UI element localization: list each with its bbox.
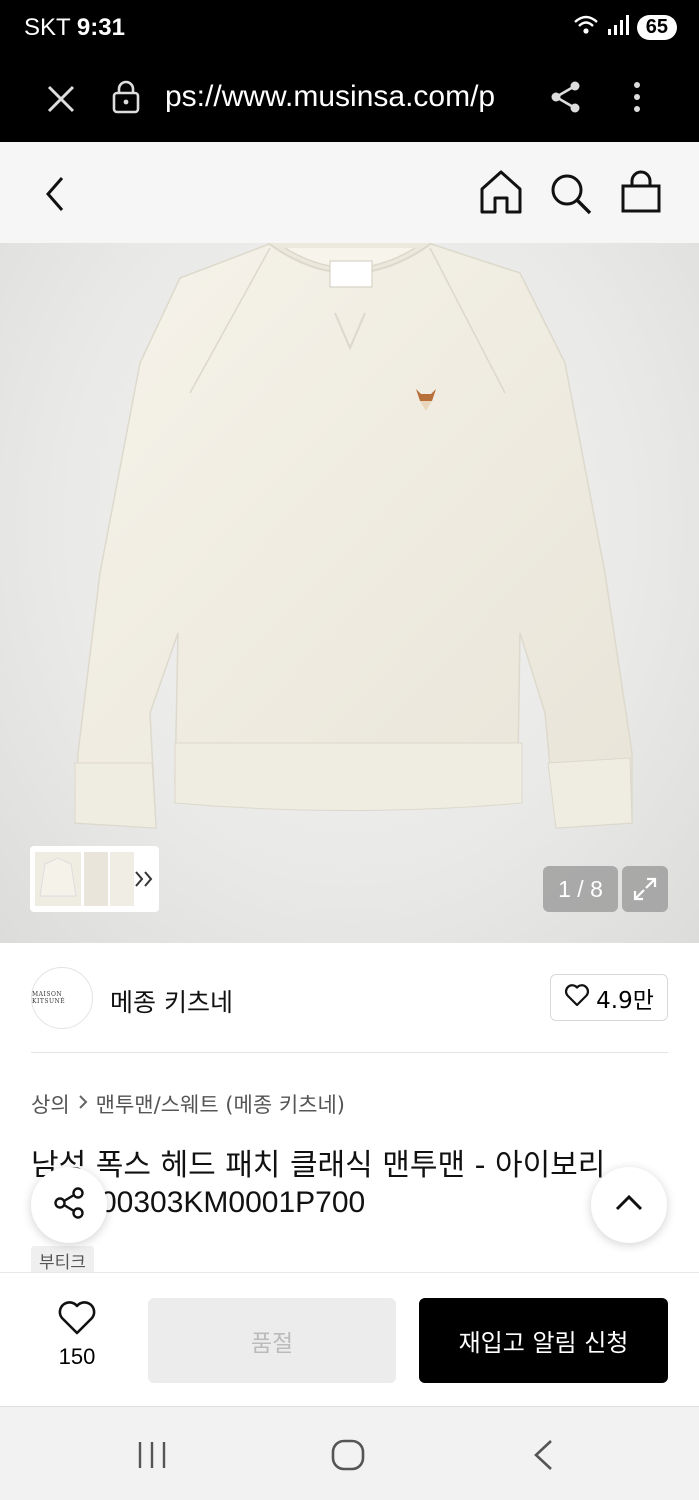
restock-alert-button[interactable]: 재입고 알림 신청 — [419, 1298, 668, 1383]
more-menu-icon[interactable] — [628, 80, 646, 118]
app-header — [0, 142, 699, 243]
search-icon[interactable] — [549, 172, 593, 220]
wifi-icon — [573, 14, 599, 40]
breadcrumb: 상의 맨투맨/스웨트 (메종 키츠네) — [31, 1089, 345, 1119]
wishlist-button[interactable]: 150 — [40, 1300, 114, 1370]
heart-icon — [57, 1300, 97, 1340]
product-title: 남성 폭스 헤드 패치 클래식 맨투맨 - 아이보리 — [31, 1148, 606, 1183]
signal-icon — [607, 14, 629, 40]
status-bar: SKT 9:31 65 — [0, 0, 699, 62]
scroll-top-button[interactable] — [591, 1167, 667, 1243]
close-tab-icon[interactable] — [44, 82, 78, 120]
back-nav-icon[interactable] — [531, 1439, 555, 1475]
share-icon — [51, 1185, 87, 1225]
share-button[interactable] — [31, 1167, 107, 1243]
back-icon[interactable] — [40, 174, 70, 218]
home-nav-icon[interactable] — [331, 1439, 365, 1475]
product-image-carousel[interactable]: 1 / 8 — [0, 243, 699, 943]
image-counter: 1 / 8 — [543, 866, 618, 912]
expand-icon[interactable] — [622, 866, 668, 912]
battery-indicator: 65 — [636, 14, 677, 40]
home-icon[interactable] — [479, 169, 523, 219]
lock-icon[interactable] — [110, 79, 142, 119]
brand-logo-text: MAISON KITSUNÉ — [32, 991, 66, 1005]
product-code: 00303KM0001P700 — [100, 1186, 366, 1219]
boutique-tag: 부티크 — [31, 1246, 94, 1274]
divider — [31, 1052, 668, 1053]
carrier: SKT — [24, 14, 71, 41]
breadcrumb-category[interactable]: 상의 — [31, 1089, 70, 1119]
recents-icon[interactable] — [136, 1440, 168, 1474]
heart-icon — [564, 983, 590, 1013]
clock: 9:31 — [76, 14, 125, 41]
soldout-button: 품절 — [148, 1298, 396, 1383]
product-photo — [74, 243, 633, 829]
breadcrumb-subcategory[interactable]: 맨투맨/스웨트 (메종 키츠네) — [96, 1089, 345, 1119]
cart-icon[interactable] — [620, 170, 662, 218]
status-carrier-time: SKT 9:31 — [24, 14, 125, 42]
chevron-right-icon — [76, 1092, 90, 1116]
system-nav-bar — [0, 1406, 699, 1500]
share-url-icon[interactable] — [548, 79, 584, 119]
brand-name[interactable]: 메종 키츠네 — [110, 983, 233, 1019]
status-icons: 65 — [573, 14, 677, 40]
thumbnail-strip[interactable] — [30, 846, 159, 912]
brand-like-button[interactable]: 4.9만 — [550, 974, 668, 1021]
url-text[interactable]: ps://www.musinsa.com/p — [165, 80, 520, 114]
chevron-up-icon — [614, 1193, 644, 1217]
brand-like-count: 4.9만 — [596, 987, 654, 1014]
wishlist-count: 150 — [58, 1344, 96, 1369]
browser-url-bar: ps://www.musinsa.com/p — [0, 62, 699, 142]
brand-logo[interactable]: MAISON KITSUNÉ — [31, 967, 93, 1029]
